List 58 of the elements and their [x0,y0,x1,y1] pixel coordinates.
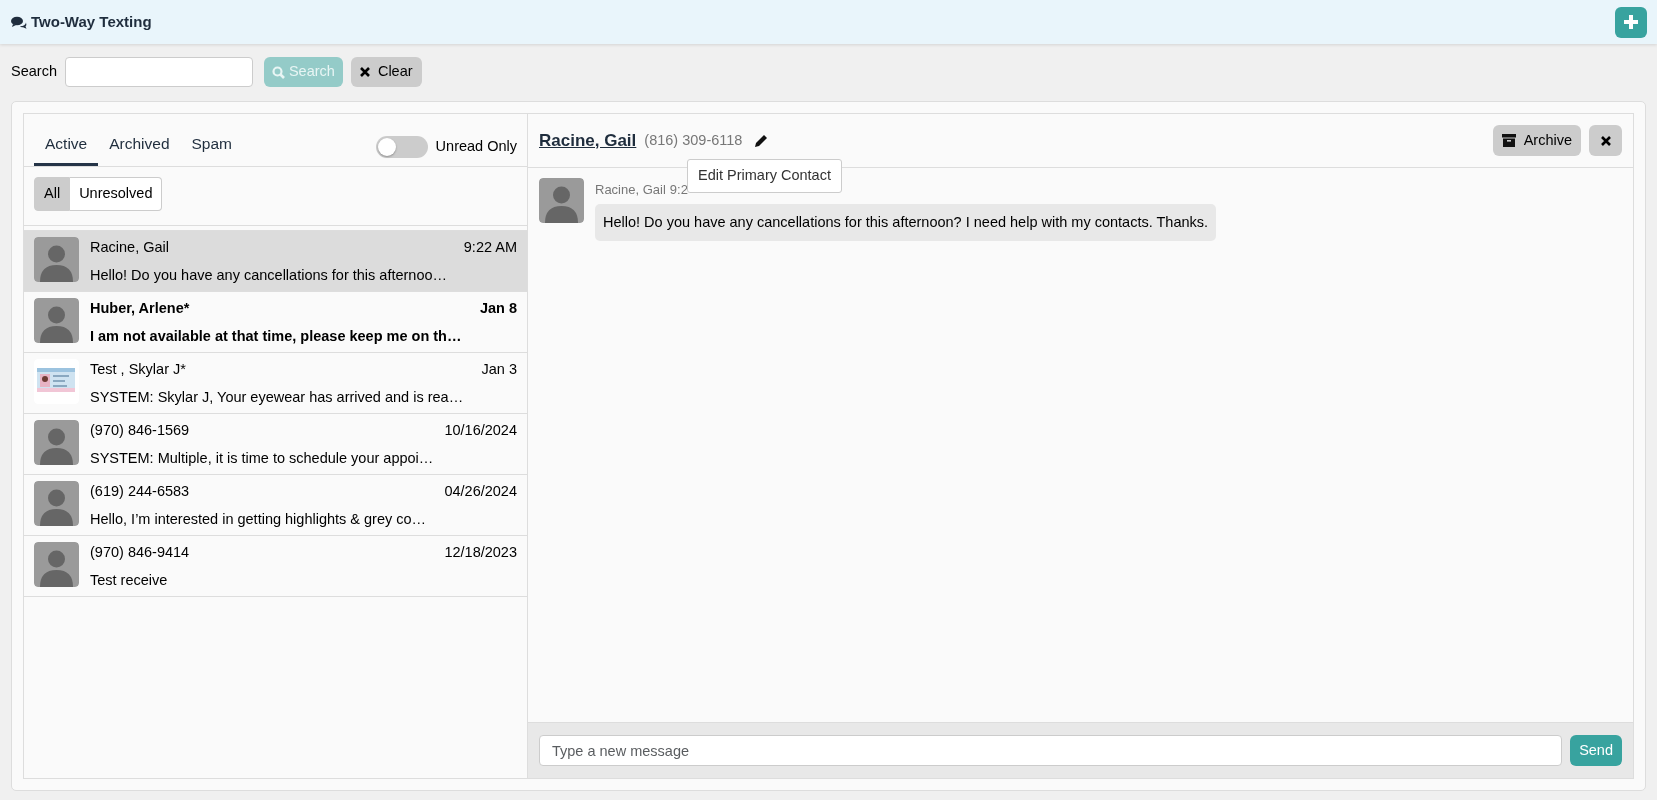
filter-button[interactable]: All [34,177,71,211]
close-button[interactable] [1589,125,1622,156]
toggle-switch[interactable] [375,136,428,159]
tab[interactable]: Active [34,124,99,167]
contact-name-link[interactable]: Racine, Gail [539,127,637,154]
toggle-label: Unread Only [435,137,517,157]
tooltip: Edit Primary Contact [687,159,842,193]
add-button[interactable] [1615,6,1647,38]
avatar-icon [34,298,79,343]
clear-button[interactable]: Clear [350,57,422,87]
contact-name: Test , Skylar J* [90,360,186,379]
message-field[interactable]: Type a new message [539,735,1563,766]
pencil-icon[interactable] [754,133,769,148]
contact-name: Racine, Gail [90,238,169,257]
message-time: 04/26/2024 [444,482,517,501]
message-time: 9:2 [669,181,688,199]
filter-button[interactable]: Unresolved [70,177,163,211]
message-preview: Hello, I’m interested in getting highlights & grey co… [90,509,428,529]
conversation-item[interactable]: Huber, Arlene* Jan 8 I am not available at that time, please keep me on th… [24,292,527,353]
message-preview: SYSTEM: Multiple, it is time to schedule your appoi… [90,448,435,468]
tab[interactable]: Spam [180,124,244,167]
page-title: Two-Way Texting [31,11,152,32]
message-bubble: Hello! Do you have any cancellations for this afternoon? I need help with my contacts. Thanks. [595,203,1217,242]
avatar-icon [539,178,584,223]
message-preview: Hello! Do you have any cancellations for this afternoo… [90,265,449,285]
conversation-item[interactable]: (970) 846-1569 10/16/2024 SYSTEM: Multiple, it is time to schedule your appoi… [24,414,527,475]
message-preview: Test receive [90,570,169,590]
search-label: Search [11,62,57,82]
archive-box-icon [1501,134,1516,147]
message-time: 9:22 AM [463,238,517,257]
conversation-item[interactable]: (970) 846-9414 12/18/2023 Test receive [24,536,527,597]
message-time: 12/18/2023 [444,543,517,562]
avatar-icon [34,237,79,282]
close-icon [359,67,370,77]
search-field[interactable] [64,57,253,87]
message-preview: I am not available at that time, please keep me on th… [90,326,463,346]
avatar-icon [34,420,79,465]
plus-icon [1624,15,1638,29]
contact-name: (970) 846-9414 [90,543,190,562]
close-icon [1600,135,1611,146]
search-icon [271,65,285,79]
contact-name: (619) 244-6583 [90,482,190,501]
conversation-item[interactable]: Test , Skylar J* Jan 3 SYSTEM: Skylar J, Your eyewear has arrived and is rea… [24,353,527,414]
sender-name: Racine, Gail [595,181,666,199]
message-time: 10/16/2024 [444,421,517,440]
contact-name: Huber, Arlene* [90,299,190,318]
contact-name: (970) 846-1569 [90,421,190,440]
message-time: Jan 3 [481,360,517,379]
conversation-item[interactable]: (619) 244-6583 04/26/2024 Hello, I’m interested in getting highlights & grey co… [24,475,527,536]
contact-phone: (816) 309-6118 [644,130,743,150]
tab[interactable]: Archived [98,124,181,167]
message-preview: SYSTEM: Skylar J, Your eyewear has arrived and is rea… [90,387,465,407]
conversation-item[interactable]: Racine, Gail 9:22 AM Hello! Do you have any cancellations for this afternoo… [24,231,527,292]
archive-button[interactable]: Archive [1492,125,1581,156]
message-time: Jan 8 [479,299,517,318]
avatar-icon [34,542,79,587]
avatar-icon [34,481,79,526]
chat-bubbles-icon [11,15,27,29]
